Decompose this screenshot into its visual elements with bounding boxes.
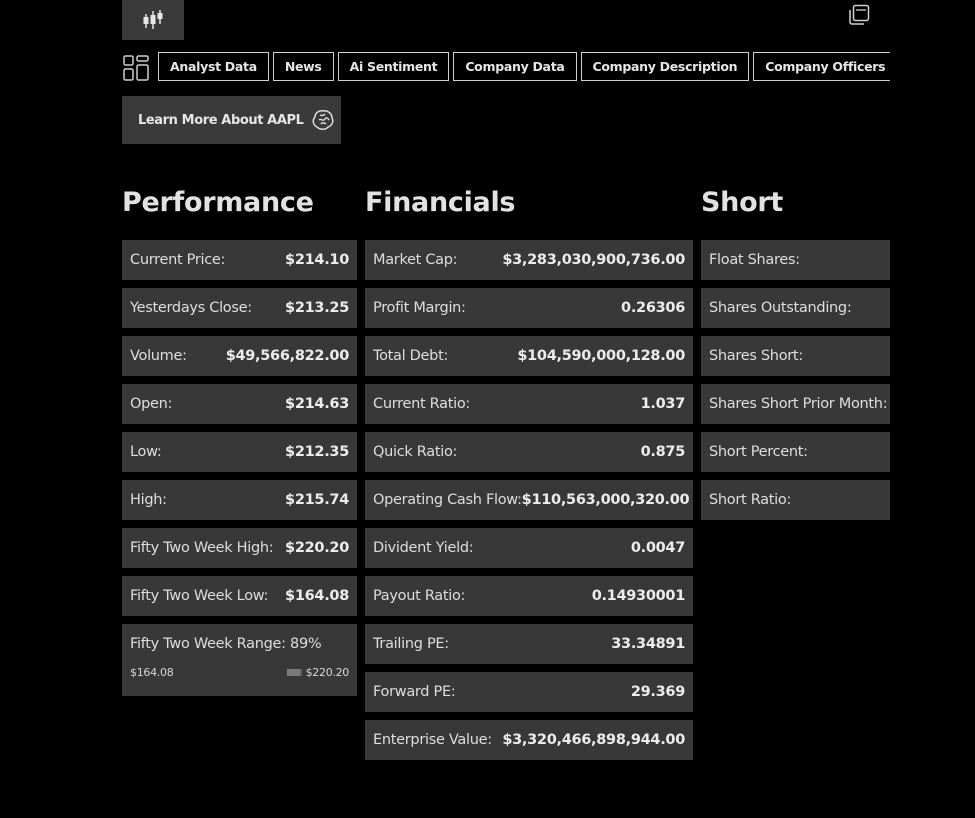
financials-row: Quick Ratio: 0.875 [365,432,693,472]
financials-row: Current Ratio: 1.037 [365,384,693,424]
performance-label: Current Price: [130,252,226,268]
dashboard-grid-button[interactable] [123,55,149,81]
performance-value: $164.08 [285,588,349,604]
financials-value: $3,283,030,900,736.00 [502,252,685,268]
performance-label: Fifty Two Week Low: [130,588,269,604]
performance-value: $214.10 [285,252,349,268]
tab-company-data[interactable]: Company Data [453,52,577,81]
financials-value: 0.0047 [630,540,685,556]
short-label: Short Ratio: [709,492,792,508]
performance-row: Current Price: $214.10 [122,240,357,280]
performance-value: $214.63 [285,396,349,412]
performance-value: $213.25 [285,300,349,316]
financials-value: 33.34891 [611,636,685,652]
tab-news[interactable]: News [272,52,334,81]
financials-value: 29.369 [630,684,685,700]
financials-section: Financials Market Cap: $3,283,030,900,736… [365,184,693,768]
performance-value: $215.74 [285,492,349,508]
learn-more-button[interactable]: Learn More About AAPL [122,96,341,144]
performance-section: Performance Current Price: $214.10 Yesterd… [122,184,357,696]
financials-label: Forward PE: [373,684,456,700]
performance-label: Yesterdays Close: [130,300,252,316]
short-title: Short [701,187,783,218]
financials-value: $3,320,466,898,944.00 [502,732,685,748]
performance-row: Yesterdays Close: $213.25 [122,288,357,328]
financials-label: Current Ratio: [373,396,470,412]
financials-label: Trailing PE: [373,636,449,652]
performance-value: $212.35 [285,444,349,460]
performance-title: Performance [122,187,314,218]
short-label: Shares Short: [709,348,803,364]
financials-row: Profit Margin: 0.26306 [365,288,693,328]
financials-label: Enterprise Value: [373,732,492,748]
popout-window-icon [849,4,870,25]
financials-row: Payout Ratio: 0.14930001 [365,576,693,616]
tab-ai-sentiment[interactable]: Ai Sentiment [337,52,450,81]
financials-label: Divident Yield: [373,540,474,556]
financials-value: $110,563,000,320.00 [521,492,690,508]
financials-row: Divident Yield: 0.0047 [365,528,693,568]
popout-button[interactable] [847,3,871,27]
range-high: $220.20 [305,666,350,679]
financials-row: Trailing PE: 33.34891 [365,624,693,664]
dashboard-grid-icon [123,55,149,81]
financials-label: Quick Ratio: [373,444,458,460]
short-section: Short Float Shares:$1 Shares Outstanding:… [701,184,890,528]
financials-value: 0.875 [640,444,686,460]
financials-row: Total Debt: $104,590,000,128.00 [365,336,693,376]
fifty-two-week-range: Fifty Two Week Range: 89% $164.08 $220.2… [122,624,357,696]
financials-title: Financials [365,187,516,218]
performance-label: Volume: [130,348,187,364]
range-progress-bar [286,669,302,676]
tab-company-description[interactable]: Company Description [580,52,750,81]
tab-analyst-data[interactable]: Analyst Data [158,52,269,81]
financials-value: 1.037 [640,396,686,412]
performance-label: Low: [130,444,162,460]
tab-company-officers[interactable]: Company Officers [753,52,890,81]
short-label: Shares Short Prior Month: [709,396,888,412]
short-row: Short Percent: [701,432,890,472]
performance-label: High: [130,492,167,508]
short-label: Float Shares: [709,252,800,268]
performance-label: Open: [130,396,173,412]
tab-bar: Analyst Data News Ai Sentiment Company D… [158,52,890,85]
chart-button[interactable] [122,0,184,40]
performance-row: High: $215.74 [122,480,357,520]
candlestick-chart-icon [143,10,163,29]
financials-label: Payout Ratio: [373,588,466,604]
range-low: $164.08 [130,666,174,679]
performance-label: Fifty Two Week High: [130,540,274,556]
performance-row: Open: $214.63 [122,384,357,424]
range-label: Fifty Two Week Range: 89% [130,636,322,652]
financials-label: Operating Cash Flow: [373,492,522,508]
short-row: Short Ratio: [701,480,890,520]
financials-row: Enterprise Value: $3,320,466,898,944.00 [365,720,693,760]
short-row: Float Shares:$1 [701,240,890,280]
short-label: Shares Outstanding: [709,300,852,316]
short-label: Short Percent: [709,444,808,460]
ai-brain-icon [312,110,334,130]
short-row: Shares Short Prior Month: [701,384,890,424]
financials-value: 0.26306 [621,300,685,316]
financials-row: Operating Cash Flow: $110,563,000,320.00 [365,480,693,520]
financials-value: $104,590,000,128.00 [517,348,685,364]
financials-value: 0.14930001 [591,588,686,604]
financials-row: Forward PE: 29.369 [365,672,693,712]
financials-label: Market Cap: [373,252,458,268]
financials-label: Total Debt: [373,348,449,364]
performance-row: Fifty Two Week Low: $164.08 [122,576,357,616]
performance-row: Low: $212.35 [122,432,357,472]
financials-label: Profit Margin: [373,300,466,316]
learn-more-label: Learn More About AAPL [138,112,304,128]
performance-row: Fifty Two Week High: $220.20 [122,528,357,568]
short-row: Shares Outstanding:$1 [701,288,890,328]
financials-row: Market Cap: $3,283,030,900,736.00 [365,240,693,280]
short-row: Shares Short: [701,336,890,376]
performance-row: Volume: $49,566,822.00 [122,336,357,376]
performance-value: $220.20 [285,540,349,556]
performance-value: $49,566,822.00 [225,348,350,364]
